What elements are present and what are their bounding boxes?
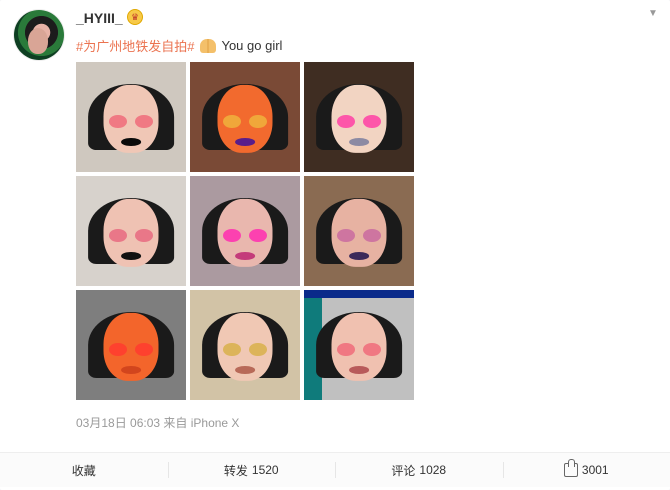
selfie-3[interactable] bbox=[304, 62, 414, 172]
collect-button[interactable]: 收藏 bbox=[0, 460, 168, 480]
selfie-1[interactable] bbox=[76, 62, 186, 172]
blush-right bbox=[249, 228, 267, 242]
comment-count: 1028 bbox=[419, 463, 447, 477]
blush-right bbox=[249, 114, 267, 128]
lips-shape bbox=[121, 137, 141, 146]
blush-right bbox=[135, 228, 153, 242]
photo-grid bbox=[76, 62, 414, 400]
window-titlebar bbox=[304, 290, 414, 298]
repost-label: 转发 bbox=[223, 463, 248, 478]
comment-label: 评论 bbox=[391, 463, 416, 478]
username[interactable]: _HYIII_ bbox=[76, 10, 123, 26]
hashtag-link[interactable]: #为广州地铁发自拍# bbox=[76, 36, 194, 55]
lips-shape bbox=[349, 137, 369, 146]
weibo-post-card: _HYIII_ ♛ ▼ #为广州地铁发自拍# You go girl 03月18… bbox=[0, 0, 670, 490]
blush-left bbox=[337, 342, 355, 356]
collect-label: 收藏 bbox=[71, 463, 96, 478]
lips-shape bbox=[121, 365, 141, 374]
selfie-7[interactable] bbox=[76, 290, 186, 400]
lips-shape bbox=[235, 137, 255, 146]
comment-button[interactable]: 评论 1028 bbox=[335, 460, 503, 480]
repost-button[interactable]: 转发 1520 bbox=[167, 460, 336, 480]
blush-left bbox=[223, 228, 241, 242]
thumbs-up-icon bbox=[563, 459, 578, 477]
selfie-4[interactable] bbox=[76, 176, 186, 286]
repost-count: 1520 bbox=[251, 463, 279, 477]
blush-right bbox=[363, 228, 381, 242]
selfie-9[interactable] bbox=[304, 290, 414, 400]
like-count: 3001 bbox=[581, 463, 609, 477]
lips-shape bbox=[349, 251, 369, 260]
lips-shape bbox=[235, 251, 255, 260]
like-button[interactable]: 3001 bbox=[502, 459, 670, 480]
blush-right bbox=[363, 114, 381, 128]
lips-shape bbox=[121, 251, 141, 260]
selfie-5[interactable] bbox=[190, 176, 300, 286]
blush-left bbox=[109, 228, 127, 242]
blush-left bbox=[223, 342, 241, 356]
blush-right bbox=[135, 342, 153, 356]
blush-left bbox=[223, 114, 241, 128]
user-avatar[interactable] bbox=[14, 10, 64, 60]
lips-shape bbox=[349, 365, 369, 374]
blush-left bbox=[337, 228, 355, 242]
action-bar: 收藏 转发 1520 评论 1028 3001 bbox=[0, 452, 670, 487]
blush-right bbox=[249, 342, 267, 356]
blush-left bbox=[109, 114, 127, 128]
chevron-down-icon[interactable]: ▼ bbox=[648, 8, 658, 19]
post-message: You go girl bbox=[221, 38, 283, 53]
blush-right bbox=[363, 342, 381, 356]
praying-hands-icon bbox=[200, 38, 217, 53]
lips-shape bbox=[235, 365, 255, 374]
blush-left bbox=[109, 342, 127, 356]
crown-icon: ♛ bbox=[127, 9, 143, 25]
blush-right bbox=[135, 114, 153, 128]
selfie-2[interactable] bbox=[190, 62, 300, 172]
blush-left bbox=[337, 114, 355, 128]
selfie-8[interactable] bbox=[190, 290, 300, 400]
post-timestamp[interactable]: 03月18日 06:03 来自 iPhone X bbox=[76, 414, 239, 431]
post-text: #为广州地铁发自拍# You go girl bbox=[76, 36, 282, 55]
selfie-6[interactable] bbox=[304, 176, 414, 286]
